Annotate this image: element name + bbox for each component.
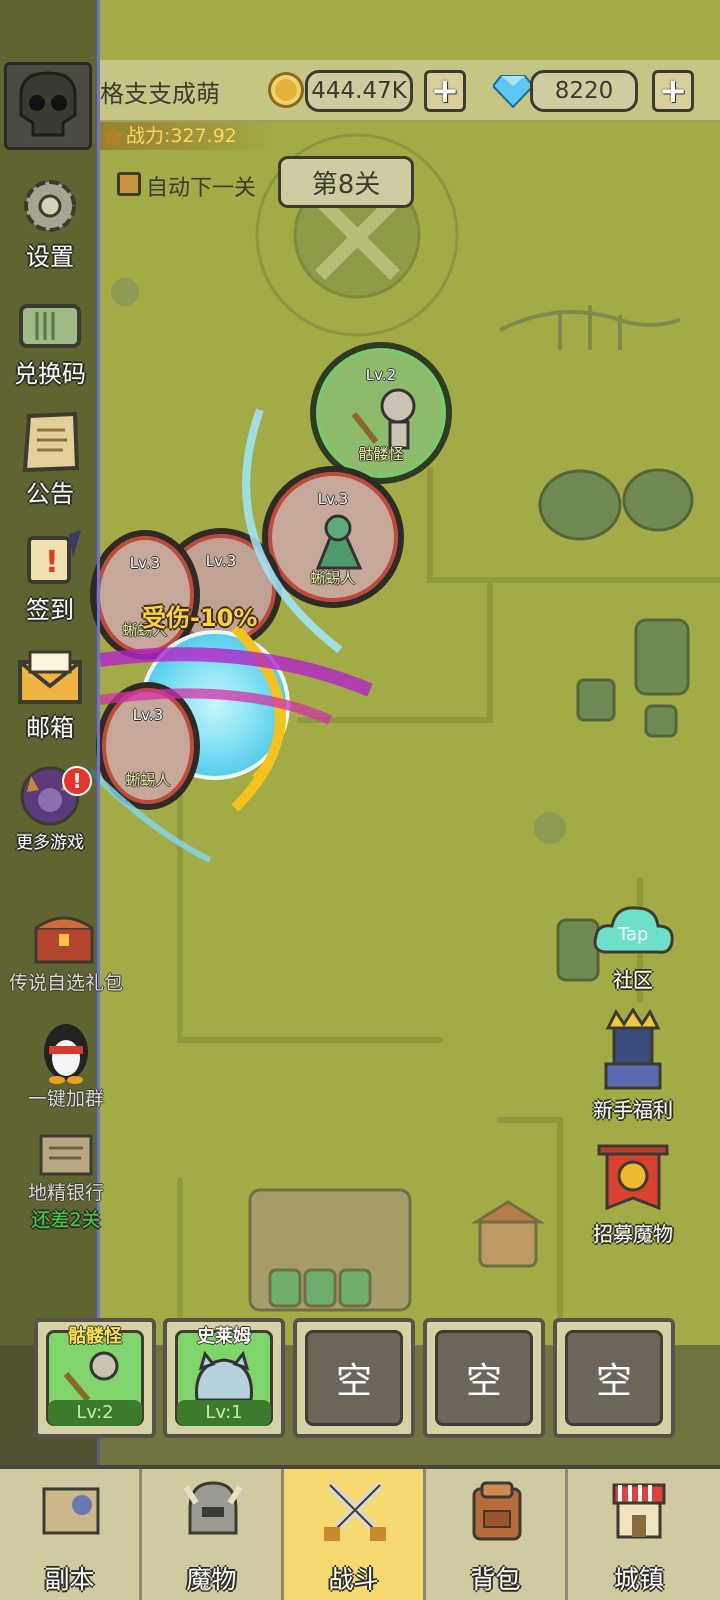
crossed-swords-icon — [324, 1481, 386, 1541]
auto-next-label: 自动下一关 — [146, 176, 257, 201]
gem-amount: 8220 — [530, 70, 638, 112]
ticket-icon — [19, 304, 81, 348]
menu-more-games-label: 更多游戏 — [16, 833, 84, 853]
tab-town[interactable]: 城镇 — [568, 1469, 710, 1600]
menu-join-group-label: 一键加群 — [27, 1088, 104, 1110]
stage-button[interactable]: 第8关 — [278, 156, 414, 208]
recruit-monsters-button[interactable]: 招募魔物 — [573, 1142, 693, 1247]
envelope-icon — [18, 650, 82, 704]
menu-join-group[interactable]: 一键加群 — [0, 1016, 136, 1111]
damage-value: -10% — [190, 604, 258, 632]
goblin-bank-progress: 还差2关 — [31, 1209, 101, 1231]
squad-slot-1[interactable]: 骷髅怪 Lv:2 — [34, 1318, 156, 1438]
squad-unit-level: Lv:1 — [177, 1400, 271, 1426]
recruit-monsters-label: 招募魔物 — [593, 1222, 673, 1246]
community-button[interactable]: Tap 社区 — [573, 900, 693, 993]
menu-settings-label: 设置 — [26, 243, 74, 271]
gold-coin-icon — [268, 72, 304, 108]
treasure-chest-icon — [34, 916, 94, 964]
shop-icon — [612, 1483, 666, 1539]
menu-settings[interactable]: 设置 — [0, 175, 100, 272]
bank-scroll-icon — [39, 1134, 93, 1176]
menu-redeem-label: 兑换码 — [14, 360, 86, 388]
banner-helmet-icon — [597, 1144, 669, 1211]
tap-cloud-icon: Tap — [593, 906, 674, 954]
empty-slot-label: 空 — [435, 1330, 533, 1426]
backpack-icon — [472, 1481, 522, 1541]
map-icon — [42, 1487, 100, 1535]
skull-avatar-icon — [19, 71, 77, 137]
add-gems-button[interactable]: + — [652, 70, 694, 112]
penguin-icon — [44, 1024, 88, 1084]
squad-unit-name: 骷髅怪 — [68, 1326, 122, 1347]
skeleton-icon — [63, 1351, 119, 1402]
player-name: 格支支成萌 — [100, 80, 220, 108]
slash-effect — [90, 408, 373, 863]
knight-icon — [604, 1007, 662, 1090]
quill-scroll-icon: ! — [27, 530, 81, 584]
squad-slot-5[interactable]: 空 — [553, 1318, 675, 1438]
menu-mail-label: 邮箱 — [26, 714, 74, 742]
status-text: 受伤 — [142, 604, 190, 632]
newbie-welfare-label: 新手福利 — [593, 1098, 673, 1122]
community-label: 社区 — [613, 968, 653, 992]
squad-slot-2[interactable]: 史莱姆 Lv:1 — [163, 1318, 285, 1438]
gear-icon — [24, 180, 76, 232]
add-gold-button[interactable]: + — [424, 70, 466, 112]
combat-power: 战力:327.92 — [100, 122, 275, 150]
menu-checkin-label: 签到 — [26, 596, 74, 624]
squad-slot-4[interactable]: 空 — [423, 1318, 545, 1438]
tab-battle-label: 战斗 — [328, 1565, 379, 1594]
tab-bag-label: 背包 — [470, 1565, 521, 1594]
tab-battle[interactable]: 战斗 — [284, 1469, 426, 1600]
empty-slot-label: 空 — [305, 1330, 403, 1426]
svg-text:!: ! — [45, 545, 59, 580]
menu-checkin[interactable]: ! 签到 — [0, 528, 100, 625]
auto-next-checkbox[interactable] — [117, 172, 141, 196]
menu-legend-pack-label: 传说自选礼包 — [8, 972, 123, 994]
menu-notice-label: 公告 — [26, 480, 74, 508]
tap-badge: Tap — [617, 924, 648, 945]
tab-monsters[interactable]: 魔物 — [142, 1469, 284, 1600]
squad-unit-name: 史莱姆 — [197, 1326, 251, 1347]
tab-town-label: 城镇 — [613, 1565, 664, 1594]
unit-level: Lv.2 — [365, 366, 397, 384]
menu-goblin-bank[interactable]: 地精银行 还差2关 — [0, 1132, 136, 1232]
tab-dungeon[interactable]: 副本 — [0, 1469, 142, 1600]
empty-slot-label: 空 — [565, 1330, 663, 1426]
diamond-icon — [493, 75, 533, 108]
squad-slot-3[interactable]: 空 — [293, 1318, 415, 1438]
scroll-icon — [22, 411, 80, 473]
gold-amount: 444.47K — [305, 70, 413, 112]
tab-bag[interactable]: 背包 — [426, 1469, 568, 1600]
damage-popup: 受伤-10% — [142, 598, 257, 633]
squad-unit-level: Lv:2 — [48, 1400, 142, 1426]
alert-badge: ! — [62, 766, 92, 796]
helmet-icon — [183, 1481, 243, 1535]
player-avatar[interactable] — [4, 62, 92, 150]
menu-mail[interactable]: 邮箱 — [0, 646, 100, 743]
menu-goblin-bank-label: 地精银行 — [27, 1182, 104, 1204]
tab-dungeon-label: 副本 — [44, 1565, 95, 1594]
menu-redeem[interactable]: 兑换码 — [0, 298, 100, 389]
menu-legend-pack[interactable]: 传说自选礼包 — [0, 904, 136, 995]
tab-monsters-label: 魔物 — [186, 1565, 237, 1594]
menu-notice[interactable]: 公告 — [0, 410, 100, 509]
slime-icon — [195, 1350, 253, 1402]
newbie-welfare-button[interactable]: 新手福利 — [573, 1007, 693, 1123]
